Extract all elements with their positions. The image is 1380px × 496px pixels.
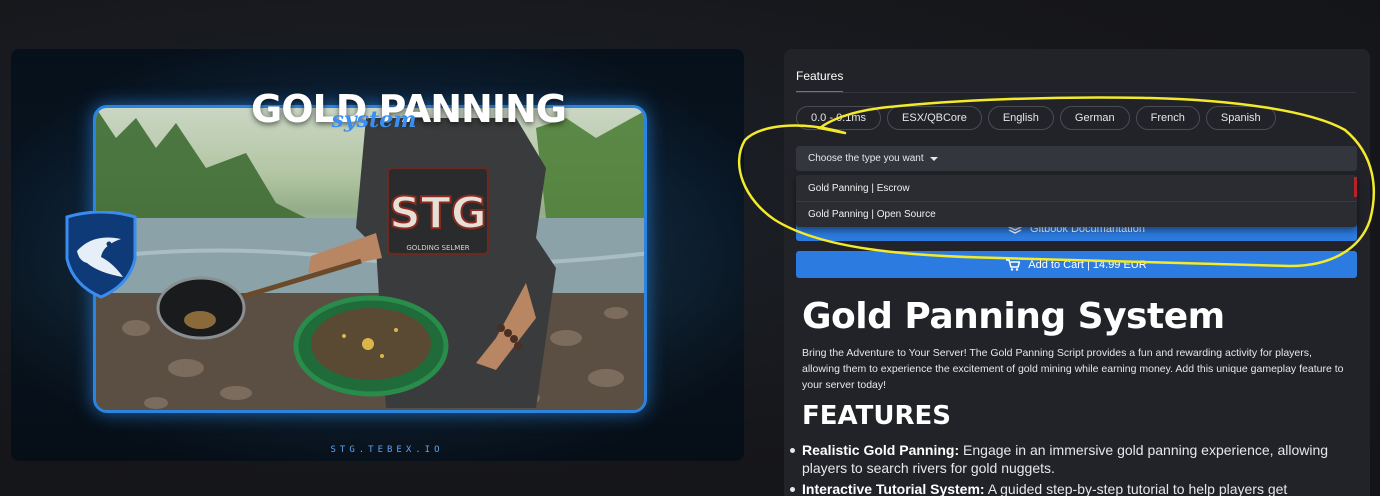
feature-text: A guided step-by-step tutorial to help p…: [984, 481, 1288, 496]
feature-item: Realistic Gold Panning: Engage in an imm…: [790, 441, 1358, 477]
feature-item: Interactive Tutorial System: A guided st…: [790, 480, 1358, 496]
feature-name: Realistic Gold Panning:: [802, 442, 960, 458]
menu-accent: [1354, 177, 1357, 197]
features-heading: FEATURES: [802, 401, 951, 431]
cart-icon: [1006, 258, 1021, 271]
tag-german: German: [1059, 106, 1130, 130]
gold-panning-scene: STG GOLDING SELMER: [96, 108, 644, 410]
tag-french: French: [1135, 106, 1200, 130]
type-dropdown-menu: Gold Panning | Escrow Gold Panning | Ope…: [796, 175, 1357, 227]
tag-framework: ESX/QBCore: [887, 106, 982, 130]
product-image[interactable]: STG GOLDING SELMER GOLD PANNING system S…: [11, 49, 744, 461]
option-escrow[interactable]: Gold Panning | Escrow: [796, 175, 1357, 201]
product-description: Bring the Adventure to Your Server! The …: [802, 347, 1344, 391]
tab-divider: [796, 92, 1356, 93]
tag-spanish: Spanish: [1205, 106, 1276, 130]
option-open-source[interactable]: Gold Panning | Open Source: [796, 201, 1357, 227]
hero-subtitle: system: [331, 107, 417, 133]
add-to-cart-button[interactable]: Add to Cart | 14.99 EUR: [796, 251, 1357, 278]
tab-features[interactable]: Features: [796, 69, 844, 93]
product-title: Gold Panning System: [802, 296, 1225, 337]
feature-name: Interactive Tutorial System:: [802, 481, 985, 496]
shield-eagle-logo: [65, 211, 137, 299]
type-select-label: Choose the type you want: [808, 153, 924, 164]
svg-text:GOLDING SELMER: GOLDING SELMER: [406, 244, 469, 252]
tag-english: English: [987, 106, 1054, 130]
scene-frame: STG GOLDING SELMER: [93, 105, 647, 413]
feature-list: Realistic Gold Panning: Engage in an imm…: [790, 441, 1358, 496]
product-panel: Features 0.0 - 0.1ms ESX/QBCore English …: [784, 49, 1370, 496]
type-select[interactable]: Choose the type you want: [796, 146, 1357, 171]
svg-text:STG: STG: [389, 188, 487, 239]
hero-footer: STG.TEBEX.IO: [330, 445, 444, 455]
add-to-cart-label: Add to Cart | 14.99 EUR: [1028, 258, 1147, 271]
chevron-down-icon: [929, 156, 938, 161]
tag-performance: 0.0 - 0.1ms: [796, 106, 882, 130]
tag-list: 0.0 - 0.1ms ESX/QBCore English German Fr…: [796, 106, 1276, 130]
